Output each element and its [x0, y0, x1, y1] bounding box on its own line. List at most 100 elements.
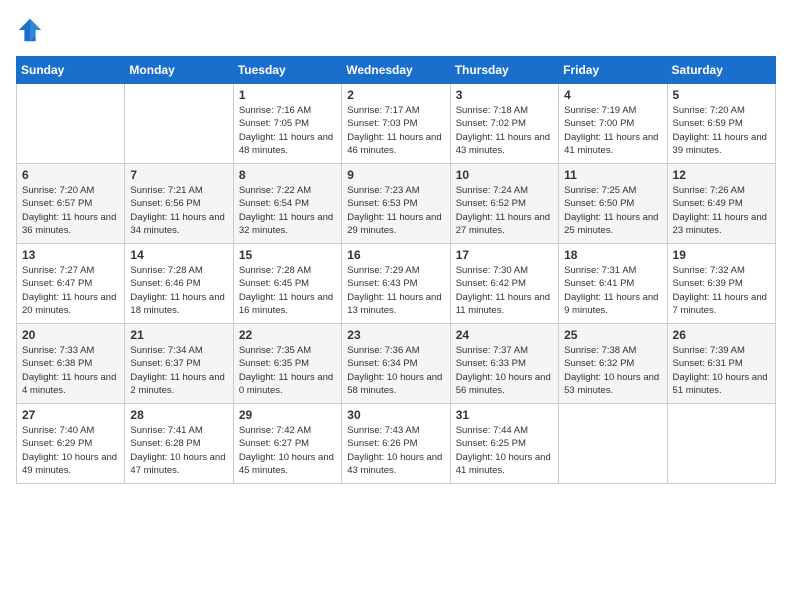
day-cell-empty-4-6 [667, 404, 775, 484]
day-cell-15: 15Sunrise: 7:28 AM Sunset: 6:45 PM Dayli… [233, 244, 341, 324]
day-info: Sunrise: 7:17 AM Sunset: 7:03 PM Dayligh… [347, 104, 444, 157]
day-cell-16: 16 Sunrise: 7:29 AM Sunset: 6:43 PM Dayli… [342, 244, 450, 324]
day-cell-21: 21 Sunrise: 7:34 AM Sunset: 6:37 PM Dayli… [125, 324, 233, 404]
day-number: 12 [673, 168, 770, 182]
day-number: 14 [130, 248, 227, 262]
week-row-4: 20Sunrise: 7:33 AM Sunset: 6:38 PM Dayli… [17, 324, 776, 404]
day-cell-22: 22 Sunrise: 7:35 AM Sunset: 6:35 PM Dayli… [233, 324, 341, 404]
day-number: 1 [239, 88, 336, 102]
day-info: Sunrise: 7:41 AM Sunset: 6:28 PM Dayligh… [130, 424, 227, 477]
day-cell-11: 11 Sunrise: 7:25 AM Sunset: 6:50 PM Dayli… [559, 164, 667, 244]
day-number: 10 [456, 168, 553, 182]
weekday-header-row: SundayMondayTuesdayWednesdayThursdayFrid… [17, 57, 776, 84]
week-row-5: 27 Sunrise: 7:40 AM Sunset: 6:29 PM Dayli… [17, 404, 776, 484]
day-info: Sunrise: 7:29 AM Sunset: 6:43 PM Dayligh… [347, 264, 444, 317]
day-number: 27 [22, 408, 119, 422]
day-number: 23 [347, 328, 444, 342]
header-saturday: Saturday [667, 57, 775, 84]
logo-icon [16, 16, 44, 44]
day-number: 2 [347, 88, 444, 102]
day-info: Sunrise: 7:21 AM Sunset: 6:56 PM Dayligh… [130, 184, 227, 237]
day-number: 26 [673, 328, 770, 342]
day-number: 29 [239, 408, 336, 422]
week-row-2: 6 Sunrise: 7:20 AM Sunset: 6:57 PM Daylig… [17, 164, 776, 244]
header-monday: Monday [125, 57, 233, 84]
day-cell-1: 1 Sunrise: 7:16 AM Sunset: 7:05 PM Daylig… [233, 84, 341, 164]
day-cell-8: 8Sunrise: 7:22 AM Sunset: 6:54 PM Daylig… [233, 164, 341, 244]
day-cell-empty-0-0 [17, 84, 125, 164]
day-cell-3: 3Sunrise: 7:18 AM Sunset: 7:02 PM Daylig… [450, 84, 558, 164]
day-number: 24 [456, 328, 553, 342]
day-info: Sunrise: 7:42 AM Sunset: 6:27 PM Dayligh… [239, 424, 336, 477]
day-info: Sunrise: 7:31 AM Sunset: 6:41 PM Dayligh… [564, 264, 661, 317]
day-number: 18 [564, 248, 661, 262]
day-cell-24: 24 Sunrise: 7:37 AM Sunset: 6:33 PM Dayli… [450, 324, 558, 404]
day-cell-5: 5 Sunrise: 7:20 AM Sunset: 6:59 PM Daylig… [667, 84, 775, 164]
day-info: Sunrise: 7:27 AM Sunset: 6:47 PM Dayligh… [22, 264, 119, 317]
day-number: 20 [22, 328, 119, 342]
day-number: 4 [564, 88, 661, 102]
day-cell-25: 25 Sunrise: 7:38 AM Sunset: 6:32 PM Dayli… [559, 324, 667, 404]
day-info: Sunrise: 7:40 AM Sunset: 6:29 PM Dayligh… [22, 424, 119, 477]
day-cell-4: 4 Sunrise: 7:19 AM Sunset: 7:00 PM Daylig… [559, 84, 667, 164]
day-number: 22 [239, 328, 336, 342]
day-info: Sunrise: 7:30 AM Sunset: 6:42 PM Dayligh… [456, 264, 553, 317]
week-row-3: 13 Sunrise: 7:27 AM Sunset: 6:47 PM Dayli… [17, 244, 776, 324]
day-number: 9 [347, 168, 444, 182]
header-thursday: Thursday [450, 57, 558, 84]
day-info: Sunrise: 7:43 AM Sunset: 6:26 PM Dayligh… [347, 424, 444, 477]
header-friday: Friday [559, 57, 667, 84]
week-row-1: 1 Sunrise: 7:16 AM Sunset: 7:05 PM Daylig… [17, 84, 776, 164]
day-info: Sunrise: 7:44 AM Sunset: 6:25 PM Dayligh… [456, 424, 553, 477]
day-info: Sunrise: 7:34 AM Sunset: 6:37 PM Dayligh… [130, 344, 227, 397]
day-cell-26: 26 Sunrise: 7:39 AM Sunset: 6:31 PM Dayli… [667, 324, 775, 404]
day-cell-13: 13 Sunrise: 7:27 AM Sunset: 6:47 PM Dayli… [17, 244, 125, 324]
day-info: Sunrise: 7:20 AM Sunset: 6:57 PM Dayligh… [22, 184, 119, 237]
day-number: 21 [130, 328, 227, 342]
logo [16, 16, 48, 44]
day-number: 6 [22, 168, 119, 182]
day-cell-2: 2 Sunrise: 7:17 AM Sunset: 7:03 PM Daylig… [342, 84, 450, 164]
day-number: 16 [347, 248, 444, 262]
day-info: Sunrise: 7:16 AM Sunset: 7:05 PM Dayligh… [239, 104, 336, 157]
day-cell-6: 6 Sunrise: 7:20 AM Sunset: 6:57 PM Daylig… [17, 164, 125, 244]
header-tuesday: Tuesday [233, 57, 341, 84]
day-info: Sunrise: 7:26 AM Sunset: 6:49 PM Dayligh… [673, 184, 770, 237]
day-number: 15 [239, 248, 336, 262]
day-info: Sunrise: 7:39 AM Sunset: 6:31 PM Dayligh… [673, 344, 770, 397]
calendar-table: SundayMondayTuesdayWednesdayThursdayFrid… [16, 56, 776, 484]
day-number: 28 [130, 408, 227, 422]
day-cell-18: 18 Sunrise: 7:31 AM Sunset: 6:41 PM Dayli… [559, 244, 667, 324]
day-cell-empty-0-1 [125, 84, 233, 164]
day-cell-27: 27 Sunrise: 7:40 AM Sunset: 6:29 PM Dayli… [17, 404, 125, 484]
day-info: Sunrise: 7:25 AM Sunset: 6:50 PM Dayligh… [564, 184, 661, 237]
day-cell-14: 14 Sunrise: 7:28 AM Sunset: 6:46 PM Dayli… [125, 244, 233, 324]
day-number: 8 [239, 168, 336, 182]
day-cell-29: 29 Sunrise: 7:42 AM Sunset: 6:27 PM Dayli… [233, 404, 341, 484]
day-info: Sunrise: 7:19 AM Sunset: 7:00 PM Dayligh… [564, 104, 661, 157]
day-info: Sunrise: 7:20 AM Sunset: 6:59 PM Dayligh… [673, 104, 770, 157]
day-info: Sunrise: 7:28 AM Sunset: 6:46 PM Dayligh… [130, 264, 227, 317]
day-number: 5 [673, 88, 770, 102]
day-info: Sunrise: 7:35 AM Sunset: 6:35 PM Dayligh… [239, 344, 336, 397]
day-cell-9: 9Sunrise: 7:23 AM Sunset: 6:53 PM Daylig… [342, 164, 450, 244]
day-number: 31 [456, 408, 553, 422]
day-info: Sunrise: 7:36 AM Sunset: 6:34 PM Dayligh… [347, 344, 444, 397]
day-info: Sunrise: 7:37 AM Sunset: 6:33 PM Dayligh… [456, 344, 553, 397]
day-cell-12: 12 Sunrise: 7:26 AM Sunset: 6:49 PM Dayli… [667, 164, 775, 244]
day-cell-31: 31 Sunrise: 7:44 AM Sunset: 6:25 PM Dayli… [450, 404, 558, 484]
day-number: 11 [564, 168, 661, 182]
day-number: 19 [673, 248, 770, 262]
day-info: Sunrise: 7:38 AM Sunset: 6:32 PM Dayligh… [564, 344, 661, 397]
day-number: 25 [564, 328, 661, 342]
page-header [16, 16, 776, 44]
day-number: 13 [22, 248, 119, 262]
day-info: Sunrise: 7:24 AM Sunset: 6:52 PM Dayligh… [456, 184, 553, 237]
day-number: 30 [347, 408, 444, 422]
day-cell-23: 23 Sunrise: 7:36 AM Sunset: 6:34 PM Dayli… [342, 324, 450, 404]
day-number: 17 [456, 248, 553, 262]
day-cell-30: 30 Sunrise: 7:43 AM Sunset: 6:26 PM Dayli… [342, 404, 450, 484]
day-cell-empty-4-5 [559, 404, 667, 484]
header-wednesday: Wednesday [342, 57, 450, 84]
day-cell-20: 20Sunrise: 7:33 AM Sunset: 6:38 PM Dayli… [17, 324, 125, 404]
